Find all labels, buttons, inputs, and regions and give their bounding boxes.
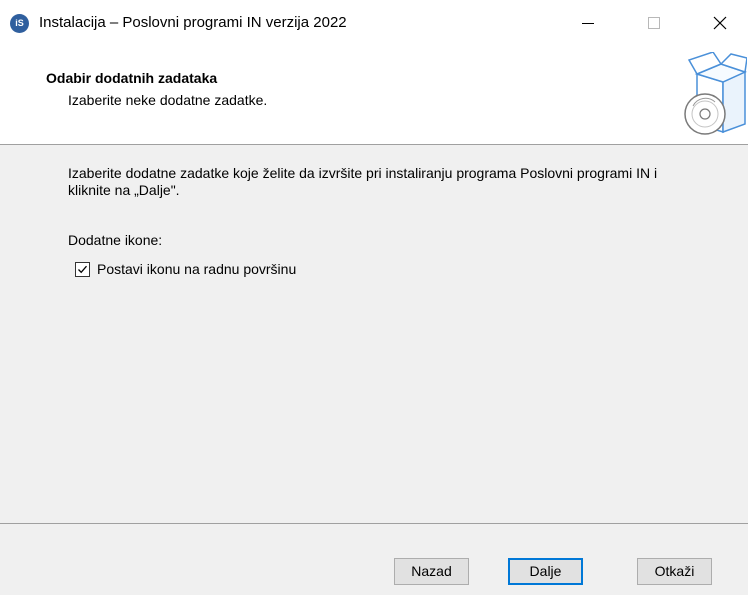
page-title: Odabir dodatnih zadataka bbox=[46, 70, 218, 86]
wizard-footer: Nazad Dalje Otkaži bbox=[0, 524, 748, 595]
window-title: Instalacija – Poslovni programi IN verzi… bbox=[39, 14, 347, 31]
page-subtitle: Izaberite neke dodatne zadatke. bbox=[68, 92, 268, 108]
section-label: Dodatne ikone: bbox=[68, 232, 163, 248]
app-icon: iS bbox=[10, 14, 29, 33]
desktop-icon-checkbox-row[interactable]: Postavi ikonu na radnu površinu bbox=[75, 259, 296, 279]
checkmark-icon bbox=[78, 265, 87, 273]
desktop-icon-checkbox[interactable] bbox=[75, 261, 90, 277]
checkbox-label[interactable]: Postavi ikonu na radnu površinu bbox=[97, 261, 296, 277]
wizard-content: Izaberite dodatne zadatke koje želite da… bbox=[0, 145, 748, 523]
installer-window: iS Instalacija – Poslovni programi IN ve… bbox=[0, 0, 748, 595]
maximize-button bbox=[626, 0, 682, 46]
title-bar[interactable]: iS Instalacija – Poslovni programi IN ve… bbox=[0, 0, 748, 46]
cancel-button[interactable]: Otkaži bbox=[637, 558, 712, 585]
minimize-button[interactable] bbox=[560, 0, 616, 46]
next-button[interactable]: Dalje bbox=[508, 558, 583, 585]
back-button[interactable]: Nazad bbox=[394, 558, 469, 585]
wizard-header: Odabir dodatnih zadataka Izaberite neke … bbox=[0, 46, 748, 144]
maximize-icon bbox=[648, 17, 660, 29]
close-icon bbox=[713, 16, 727, 30]
close-button[interactable] bbox=[692, 0, 748, 46]
install-box-cd-icon bbox=[684, 52, 747, 135]
minimize-icon bbox=[582, 22, 594, 24]
intro-text: Izaberite dodatne zadatke koje želite da… bbox=[68, 165, 658, 198]
